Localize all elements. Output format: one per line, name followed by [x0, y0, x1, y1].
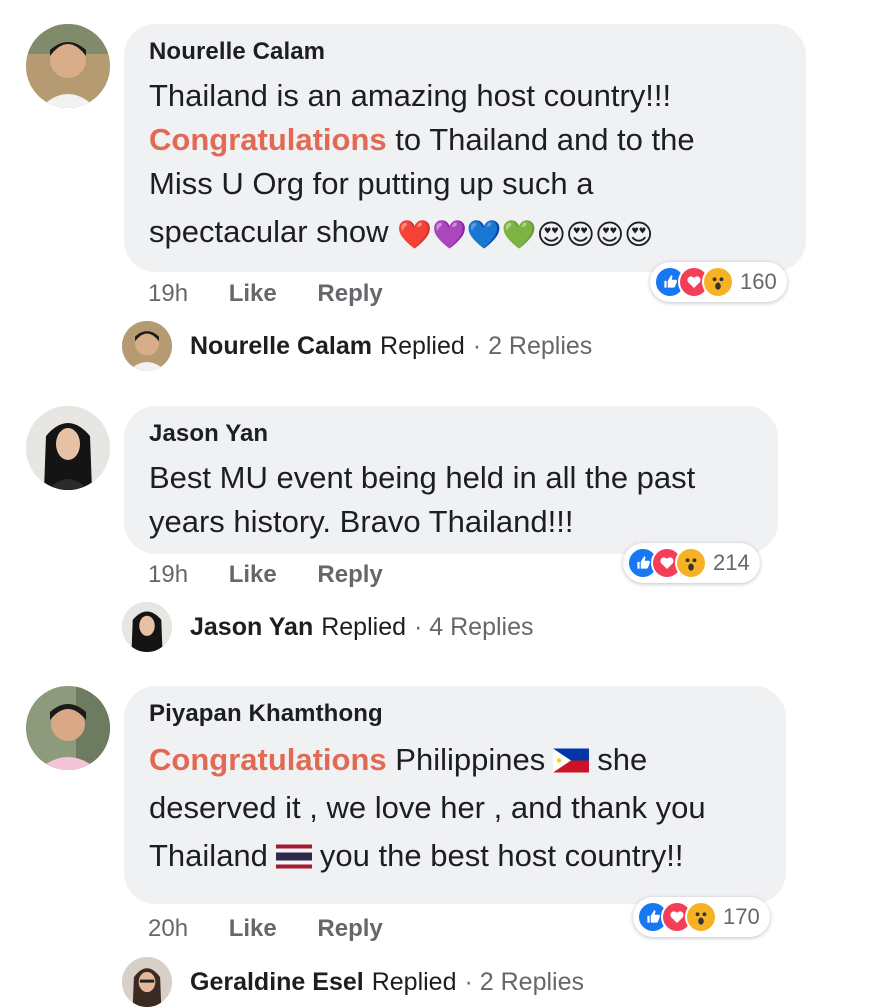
comment-line-text: Thailand [149, 838, 268, 873]
comment-text: Best MU event being held in all the past… [149, 456, 752, 544]
comment-line: spectacular show ❤️💜💙💚😍😍😍😍 [149, 210, 780, 257]
comment-actions: 19h Like Reply [148, 280, 417, 308]
reply-button[interactable]: Reply [317, 561, 382, 588]
comment-line-text: she [597, 742, 648, 777]
comment-line: years history. Bravo Thailand!!! [149, 504, 574, 539]
replied-label: Replied [371, 967, 457, 996]
wow-reaction-icon [685, 901, 717, 933]
replies-link[interactable]: Jason Yan Replied · 4 Replies [122, 601, 534, 653]
reaction-count: 170 [723, 904, 760, 929]
timestamp[interactable]: 20h [148, 915, 188, 942]
reply-button[interactable]: Reply [317, 915, 382, 942]
comment-line: Thailand is an amazing host country!!! [149, 78, 672, 113]
comment-line: Thailand you the best host country!! [149, 832, 760, 880]
comment-author[interactable]: Jason Yan [149, 420, 752, 448]
comment-author[interactable]: Piyapan Khamthong [149, 700, 760, 728]
reply-count: · 2 Replies [464, 967, 584, 996]
philippines-flag-icon [553, 748, 590, 773]
replier-name: Geraldine Esel [190, 967, 364, 996]
comment-line-text: to Thailand and to the [386, 122, 695, 157]
reaction-count: 214 [713, 550, 750, 575]
comment-line-text: spectacular show [149, 214, 389, 249]
highlight-word[interactable]: Congratulations [149, 742, 387, 777]
wow-reaction-icon [702, 266, 734, 298]
comment-line: deserved it , we love her , and thank yo… [149, 790, 706, 825]
timestamp[interactable]: 19h [148, 561, 188, 588]
like-button[interactable]: Like [229, 915, 277, 942]
replies-link[interactable]: Geraldine Esel Replied · 2 Replies [122, 956, 584, 1008]
comment-bubble: Nourelle Calam Thailand is an amazing ho… [124, 24, 806, 272]
comment-line: Miss U Org for putting up such a [149, 166, 594, 201]
like-button[interactable]: Like [229, 561, 277, 588]
replied-label: Replied [380, 331, 465, 360]
comment-line: Best MU event being held in all the past [149, 460, 696, 495]
replied-label: Replied [321, 612, 406, 641]
comment-author[interactable]: Nourelle Calam [149, 38, 780, 66]
thailand-flag-icon [275, 844, 312, 869]
highlight-word[interactable]: Congratulations [149, 122, 387, 157]
reaction-summary[interactable]: 160 [650, 262, 787, 302]
reaction-summary[interactable]: 214 [623, 543, 760, 583]
avatar[interactable] [26, 24, 110, 108]
comment-actions: 19h Like Reply [148, 561, 417, 589]
reply-avatar [122, 321, 172, 371]
comment-actions: 20h Like Reply [148, 915, 417, 943]
comment-text: Congratulations Philippines she deserved … [149, 736, 760, 880]
reaction-count: 160 [740, 269, 777, 294]
comment-line: Congratulations to Thailand and to the [149, 118, 780, 162]
replier-name: Nourelle Calam [190, 331, 373, 360]
reply-count: · 2 Replies [472, 331, 593, 360]
comment-text: Thailand is an amazing host country!!! C… [149, 74, 780, 257]
reply-count: · 4 Replies [414, 612, 534, 641]
wow-reaction-icon [675, 547, 707, 579]
avatar[interactable] [26, 686, 110, 770]
emoji-sequence: ❤️💜💙💚😍😍😍😍 [397, 219, 654, 250]
timestamp[interactable]: 19h [148, 280, 188, 307]
replies-link[interactable]: Nourelle Calam Replied · 2 Replies [122, 320, 592, 372]
comment-line: Congratulations Philippines she [149, 736, 760, 784]
like-button[interactable]: Like [229, 280, 277, 307]
comment-line-text: Philippines [386, 742, 546, 777]
reply-avatar [122, 602, 172, 652]
replier-name: Jason Yan [190, 612, 314, 641]
comment-line-text: you the best host country!! [319, 838, 684, 873]
reply-button[interactable]: Reply [317, 280, 382, 307]
reaction-summary[interactable]: 170 [633, 897, 770, 937]
avatar[interactable] [26, 406, 110, 490]
comment-bubble: Piyapan Khamthong Congratulations Philip… [124, 686, 786, 904]
comment-bubble: Jason Yan Best MU event being held in al… [124, 406, 778, 554]
